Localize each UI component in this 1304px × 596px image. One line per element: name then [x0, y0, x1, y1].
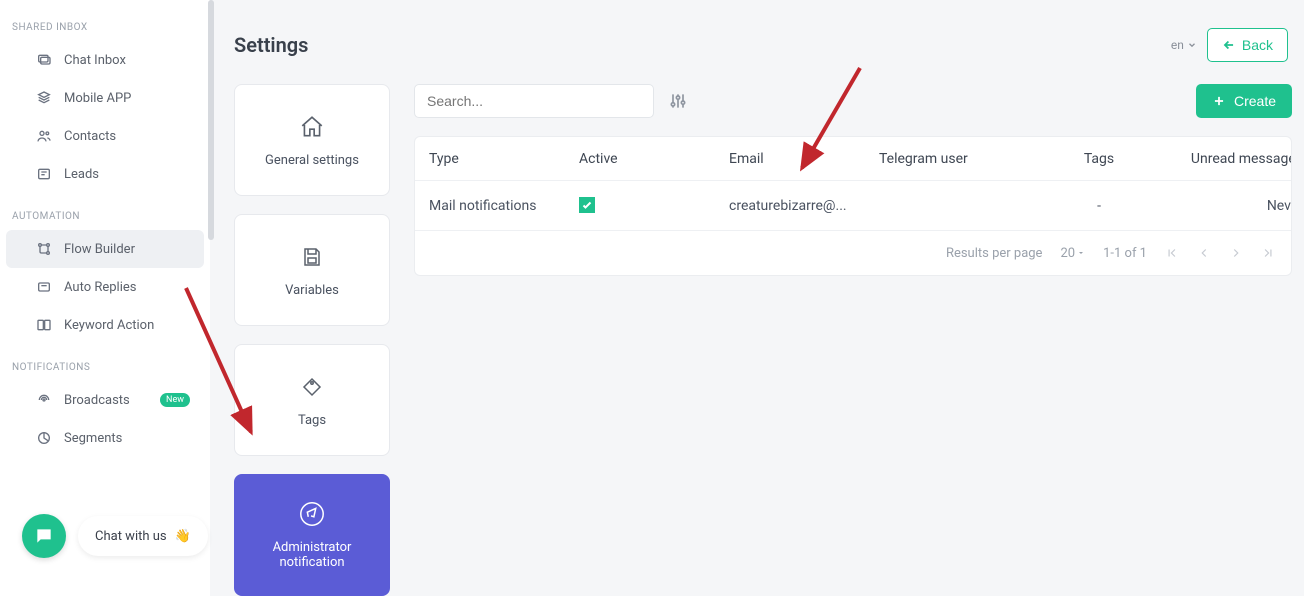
pager-last-icon[interactable]: [1261, 246, 1275, 260]
card-tags[interactable]: Tags: [234, 344, 390, 456]
table-row[interactable]: Mail notifications creaturebizarre@... -…: [415, 181, 1291, 231]
sidebar-item-label: Mobile APP: [64, 91, 131, 106]
th-type[interactable]: Type: [429, 151, 579, 167]
search-input[interactable]: [414, 84, 654, 118]
page-range: 1-1 of 1: [1103, 246, 1147, 261]
toolbar: Create: [414, 84, 1292, 118]
create-label: Create: [1234, 93, 1276, 109]
sidebar-item-keyword-action[interactable]: Keyword Action: [6, 306, 204, 344]
language-label: en: [1171, 38, 1184, 52]
plus-icon: [1212, 94, 1226, 108]
card-variables[interactable]: Variables: [234, 214, 390, 326]
auto-replies-icon: [36, 279, 52, 295]
wave-icon: 👋: [175, 529, 191, 544]
sidebar-item-label: Leads: [64, 167, 99, 182]
save-icon: [298, 243, 326, 271]
header-right: en Back: [1171, 28, 1288, 62]
rpp-label: Results per page: [946, 246, 1043, 261]
th-unread[interactable]: Unread messages: [1169, 151, 1292, 167]
tag-icon: [298, 373, 326, 401]
rpp-select[interactable]: 20: [1060, 246, 1085, 261]
table-area: Create Type Active Email Telegram user T…: [414, 84, 1292, 276]
sidebar-item-broadcasts[interactable]: Broadcasts New: [6, 381, 204, 419]
card-admin-notification[interactable]: Administrator notification: [234, 474, 390, 596]
back-button[interactable]: Back: [1207, 28, 1288, 62]
td-active: [579, 197, 729, 215]
new-badge: New: [160, 393, 190, 407]
table-footer: Results per page 20 1-1 of 1: [415, 231, 1291, 275]
broadcast-icon: [36, 392, 52, 408]
notifications-table: Type Active Email Telegram user Tags Unr…: [414, 136, 1292, 276]
sidebar-item-label: Broadcasts: [64, 393, 130, 408]
home-icon: [298, 113, 326, 141]
sidebar-item-label: Keyword Action: [64, 318, 154, 333]
pager-first-icon[interactable]: [1165, 246, 1179, 260]
settings-cards: General settings Variables Tags Administ…: [234, 84, 390, 596]
sidebar-section-notifications: NOTIFICATIONS: [0, 344, 210, 381]
sidebar-item-leads[interactable]: Leads: [6, 155, 204, 193]
filter-sliders-icon[interactable]: [668, 91, 688, 111]
card-label: Variables: [285, 283, 339, 298]
sidebar-item-label: Auto Replies: [64, 280, 136, 295]
arrow-left-icon: [1222, 38, 1236, 52]
create-button[interactable]: Create: [1196, 84, 1292, 118]
chat-with-us-button[interactable]: Chat with us 👋: [78, 516, 208, 556]
chat-fab[interactable]: [22, 514, 66, 558]
sidebar-item-flow-builder[interactable]: Flow Builder: [6, 230, 204, 268]
pager-prev-icon[interactable]: [1197, 246, 1211, 260]
sidebar: SHARED INBOX Chat Inbox Mobile APP Conta…: [0, 0, 210, 596]
segments-icon: [36, 430, 52, 446]
chat-pill-label: Chat with us: [95, 529, 167, 544]
content: General settings Variables Tags Administ…: [234, 84, 1292, 596]
sidebar-section-shared-inbox: SHARED INBOX: [0, 4, 210, 41]
card-label: Administrator notification: [243, 540, 381, 570]
sidebar-item-auto-replies[interactable]: Auto Replies: [6, 268, 204, 306]
page-title: Settings: [234, 33, 308, 57]
back-label: Back: [1242, 37, 1273, 53]
leads-icon: [36, 166, 52, 182]
mobile-icon: [36, 90, 52, 106]
caret-down-icon: [1077, 249, 1085, 257]
megaphone-icon: [298, 500, 326, 528]
card-label: General settings: [265, 153, 359, 168]
chat-bubble-icon: [34, 526, 54, 546]
flow-icon: [36, 241, 52, 257]
td-unread: Never: [1169, 198, 1292, 214]
main: Settings en Back General settings: [220, 0, 1304, 596]
keyword-icon: [36, 317, 52, 333]
sidebar-item-label: Contacts: [64, 129, 116, 144]
language-select[interactable]: en: [1171, 38, 1197, 52]
td-tags: -: [1029, 198, 1169, 214]
th-tags[interactable]: Tags: [1029, 151, 1169, 167]
td-type: Mail notifications: [429, 198, 579, 214]
th-telegram-user[interactable]: Telegram user: [879, 151, 1029, 167]
card-general-settings[interactable]: General settings: [234, 84, 390, 196]
table-head: Type Active Email Telegram user Tags Unr…: [415, 137, 1291, 181]
checkbox-checked-icon: [579, 197, 595, 213]
sidebar-item-label: Flow Builder: [64, 242, 135, 257]
contacts-icon: [36, 128, 52, 144]
th-active[interactable]: Active: [579, 151, 729, 167]
sidebar-item-segments[interactable]: Segments: [6, 419, 204, 457]
sidebar-item-label: Chat Inbox: [64, 53, 126, 68]
chevron-down-icon: [1187, 40, 1197, 50]
card-label: Tags: [298, 413, 326, 428]
rpp-value: 20: [1060, 246, 1075, 261]
sidebar-item-contacts[interactable]: Contacts: [6, 117, 204, 155]
sidebar-item-mobile-app[interactable]: Mobile APP: [6, 79, 204, 117]
sidebar-item-label: Segments: [64, 431, 122, 446]
sidebar-section-automation: AUTOMATION: [0, 193, 210, 230]
sidebar-scrollbar[interactable]: [208, 0, 214, 240]
th-email[interactable]: Email: [729, 151, 879, 167]
sidebar-item-chat-inbox[interactable]: Chat Inbox: [6, 41, 204, 79]
td-email: creaturebizarre@...: [729, 198, 879, 214]
chat-icon: [36, 52, 52, 68]
pager-next-icon[interactable]: [1229, 246, 1243, 260]
header: Settings en Back: [234, 28, 1292, 62]
